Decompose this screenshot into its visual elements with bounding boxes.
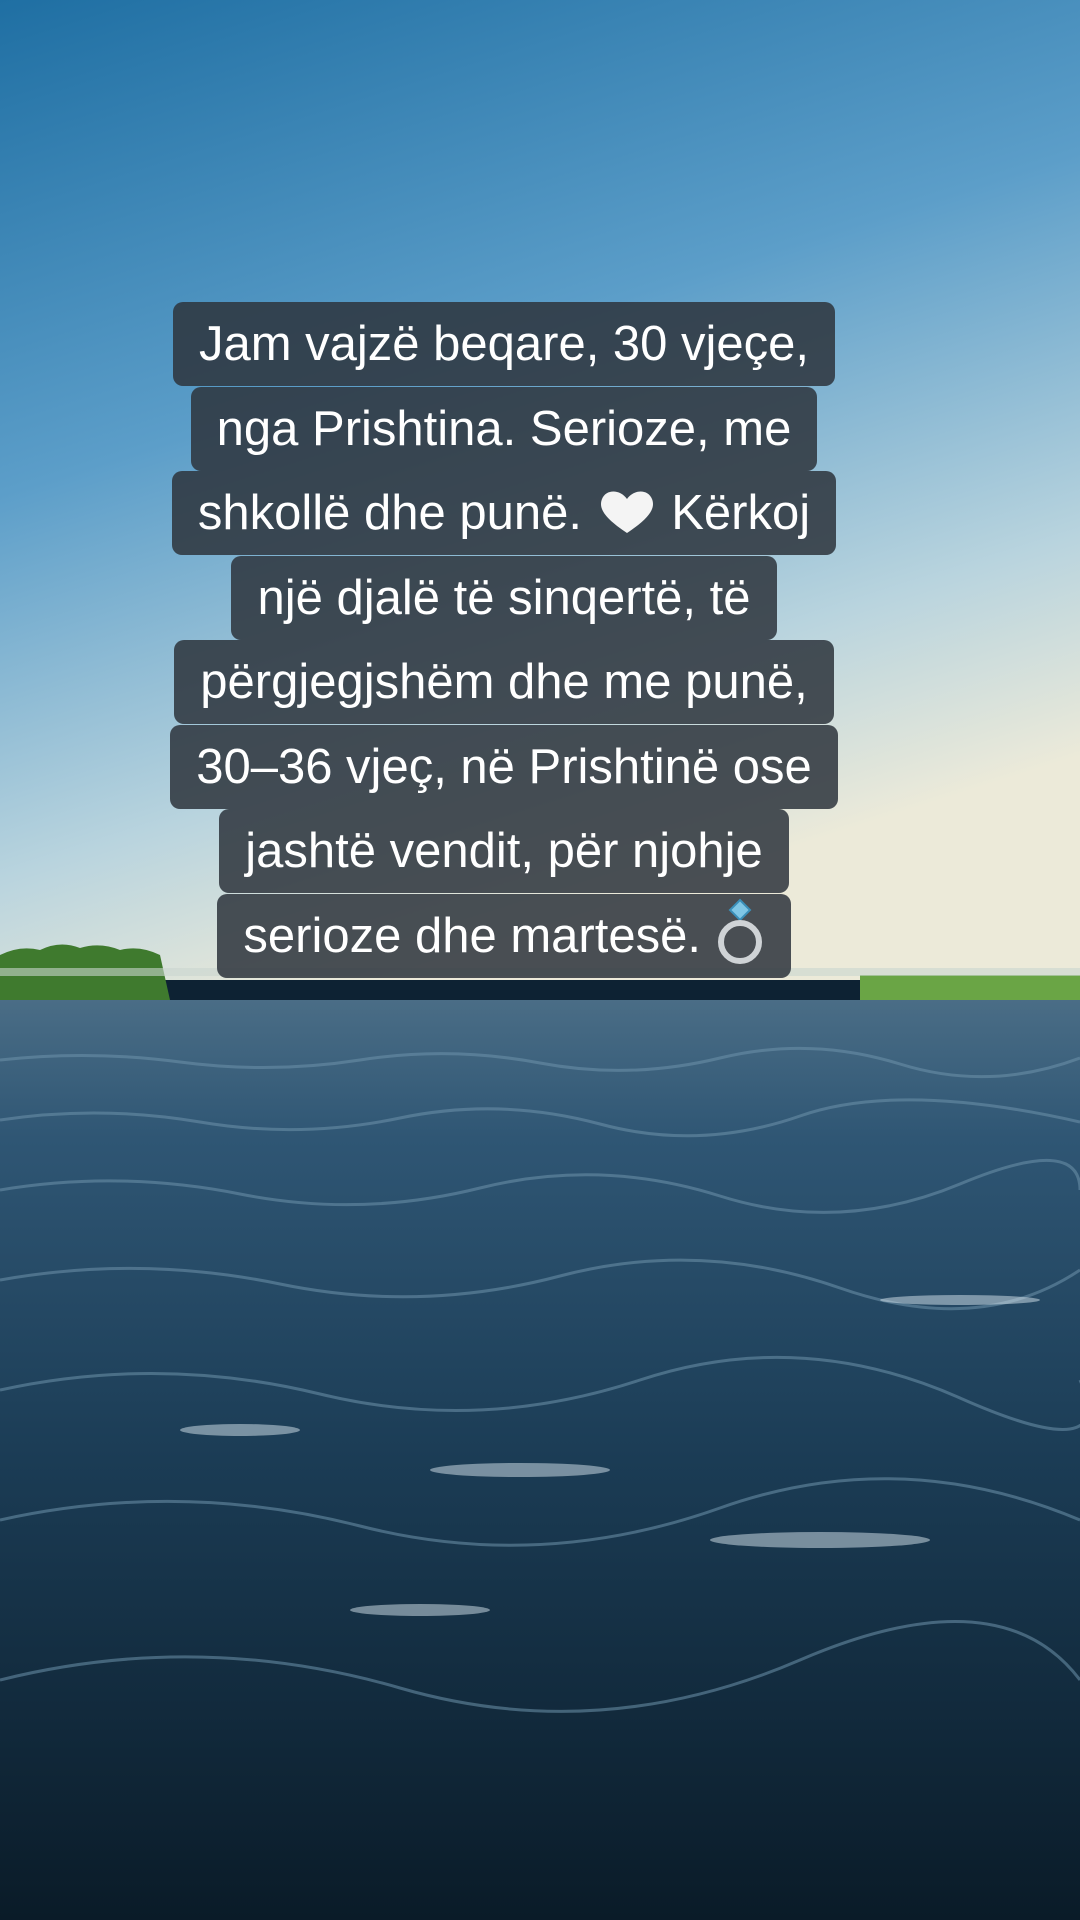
caption-line: jashtë vendit, për njohje <box>86 809 922 894</box>
caption-line: nga Prishtina. Serioze, me <box>86 386 922 472</box>
caption-line: përgjegjshëm dhe me punë, <box>86 640 922 725</box>
white-heart-icon <box>600 491 653 533</box>
caption-segment: shkollë dhe punë. <box>197 486 582 540</box>
water <box>0 1000 1080 1920</box>
caption-segment: serioze dhe martesë. <box>243 908 701 963</box>
caption-line: 30–36 vjeç, në Prishtinë ose <box>86 724 922 810</box>
caption-segment: Kërkoj <box>671 486 811 540</box>
ring-icon <box>717 898 762 964</box>
caption-line: një djalë të sinqertë, të <box>86 555 922 641</box>
grass-shore-right <box>860 975 1080 1003</box>
caption-text-block: Jam vajzë beqare, 30 vjeçe, nga Prishtin… <box>86 302 922 978</box>
caption-line: Jam vajzë beqare, 30 vjeçe, <box>86 302 922 387</box>
caption-line: shkollë dhe punë. Kërkoj <box>86 471 922 556</box>
caption-line: serioze dhe martesë. <box>86 893 922 979</box>
